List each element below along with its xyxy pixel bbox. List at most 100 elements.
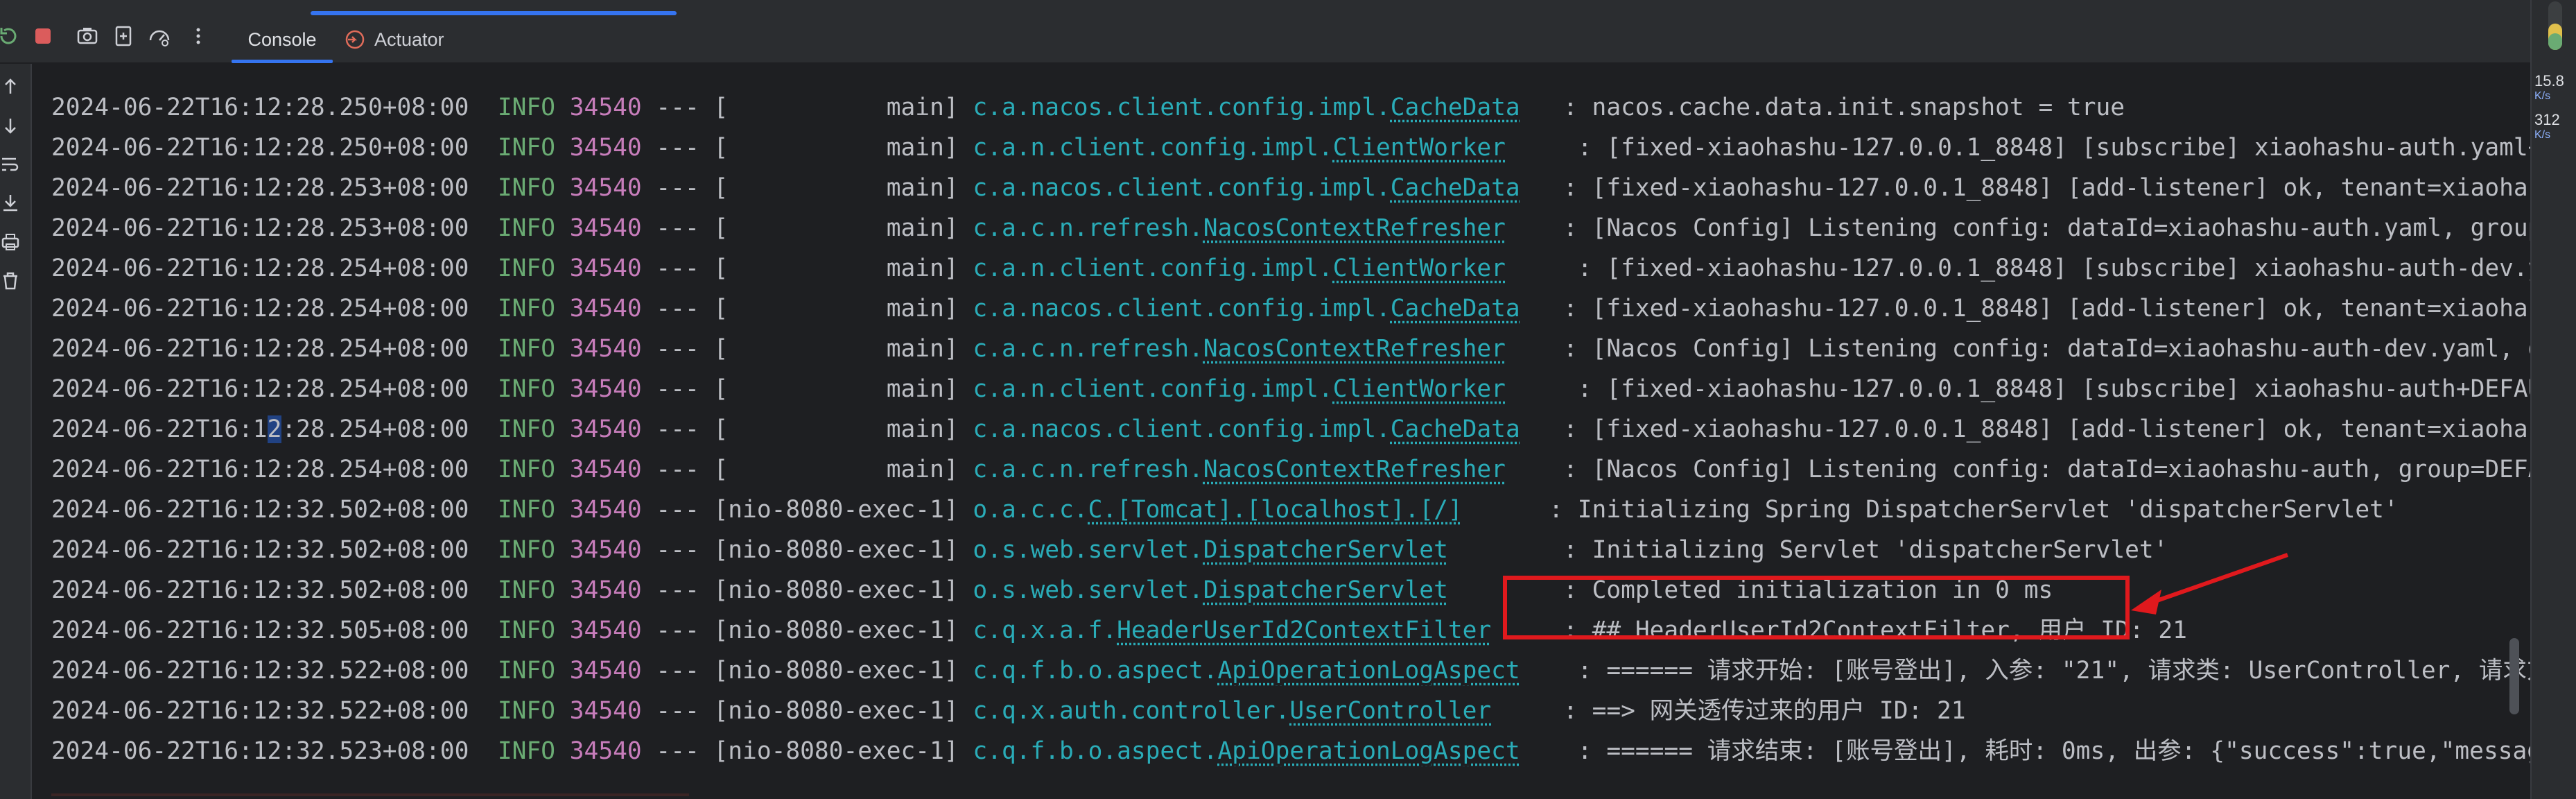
rerun-icon[interactable] [0, 24, 21, 49]
log-logger-package: c.q.x.a.f. [973, 617, 1117, 644]
log-pid: 34540 [569, 496, 642, 524]
log-logger-package: c.a.n.client.config.impl. [973, 375, 1333, 403]
log-logger-package: c.q.x.auth.controller. [973, 697, 1290, 725]
log-logger-class[interactable]: CacheData [1391, 94, 1520, 121]
restore-icon[interactable] [111, 24, 136, 49]
log-line: 2024-06-22T16:12:28.250+08:00 INFO 34540… [51, 87, 2125, 128]
log-pid: 34540 [569, 214, 642, 242]
tab-actuator[interactable]: Actuator [344, 15, 444, 64]
log-timestamp: 2024-06-22T16:12:32.505+08:00 [51, 617, 469, 644]
log-logger-class[interactable]: DispatcherServlet [1203, 576, 1448, 604]
log-separator: --- [656, 697, 699, 725]
log-logger-class[interactable]: UserController [1289, 697, 1491, 725]
trash-icon[interactable] [0, 270, 21, 291]
log-thread: [ main] [713, 335, 959, 363]
log-logger-class[interactable]: ClientWorker [1333, 375, 1506, 403]
log-timestamp: 2024-06-22T16:1 [51, 415, 268, 443]
log-thread: [ main] [713, 295, 959, 323]
scroll-to-end-icon[interactable] [0, 193, 21, 214]
console-side-toolbar [0, 64, 32, 799]
log-pid: 34540 [569, 255, 642, 282]
scroll-down-icon[interactable] [0, 115, 21, 136]
log-padding [1491, 697, 1563, 725]
log-thread: [ main] [713, 255, 959, 282]
log-logger-package: c.a.nacos.client.config.impl. [973, 415, 1391, 443]
log-logger-class[interactable]: ClientWorker [1333, 134, 1506, 162]
scroll-up-icon[interactable] [0, 76, 21, 97]
log-padding [1506, 375, 1578, 403]
console-divider [51, 793, 689, 796]
log-separator: --- [656, 536, 699, 564]
log-logger-class[interactable]: CacheData [1391, 295, 1520, 323]
log-line: 2024-06-22T16:12:28.254+08:00 INFO 34540… [51, 248, 2530, 289]
log-level: INFO [497, 214, 555, 242]
log-thread: [ main] [713, 174, 959, 202]
log-message: : ==> 网关透传过来的用户 ID: 21 [1563, 697, 1966, 725]
log-level: INFO [497, 335, 555, 363]
log-level: INFO [497, 617, 555, 644]
log-pid: 34540 [569, 737, 642, 765]
log-line: 2024-06-22T16:12:28.254+08:00 INFO 34540… [51, 289, 2530, 329]
log-logger-class[interactable]: CacheData [1391, 174, 1520, 202]
log-logger-class[interactable]: NacosContextRefresher [1203, 214, 1506, 242]
more-icon[interactable] [186, 24, 211, 49]
log-pid: 34540 [569, 335, 642, 363]
log-message: : Initializing Spring DispatcherServlet … [1549, 496, 2399, 524]
log-timestamp: 2024-06-22T16:12:32.502+08:00 [51, 576, 469, 604]
log-line: 2024-06-22T16:12:28.254+08:00 INFO 34540… [51, 449, 2530, 490]
log-logger-package: o.s.web.servlet. [973, 536, 1203, 564]
log-logger-class[interactable]: DispatcherServlet [1203, 536, 1448, 564]
log-timestamp: 2024-06-22T16:12:32.502+08:00 [51, 496, 469, 524]
log-pid: 34540 [569, 697, 642, 725]
log-timestamp: 2024-06-22T16:12:28.250+08:00 [51, 134, 469, 162]
log-message: : [fixed-xiaohashu-127.0.0.1_8848] [subs… [1577, 375, 2530, 403]
log-pid: 34540 [569, 375, 642, 403]
log-logger-class[interactable]: NacosContextRefresher [1203, 335, 1506, 363]
soft-wrap-icon[interactable] [0, 154, 21, 175]
log-logger-class[interactable]: HeaderUserId2ContextFilter [1117, 617, 1491, 644]
console-output[interactable]: 2024-06-22T16:12:28.250+08:00 INFO 34540… [32, 64, 2530, 799]
camera-icon[interactable] [75, 24, 100, 49]
log-level: INFO [497, 174, 555, 202]
log-thread: [nio-8080-exec-1] [713, 576, 959, 604]
log-logger-class[interactable]: CacheData [1391, 415, 1520, 443]
log-logger-package: c.a.nacos.client.config.impl. [973, 295, 1391, 323]
log-padding [1506, 335, 1563, 363]
log-logger-class[interactable]: NacosContextRefresher [1203, 456, 1506, 483]
scrollbar-thumb[interactable] [2509, 638, 2519, 714]
log-logger-class[interactable]: ClientWorker [1333, 255, 1506, 282]
log-line: 2024-06-22T16:12:32.523+08:00 INFO 34540… [51, 731, 2530, 771]
log-separator: --- [656, 255, 699, 282]
stop-icon[interactable] [31, 24, 55, 49]
log-timestamp: 2024-06-22T16:12:32.523+08:00 [51, 737, 469, 765]
log-thread: [ main] [713, 214, 959, 242]
log-padding [1448, 536, 1563, 564]
log-logger-class[interactable]: ApiOperationLogAspect [1218, 737, 1520, 765]
log-line: 2024-06-22T16:12:28.253+08:00 INFO 34540… [51, 208, 2530, 248]
log-pid: 34540 [569, 576, 642, 604]
log-logger-package: c.a.c.n.refresh. [973, 456, 1203, 483]
tab-actuator-label: Actuator [374, 29, 444, 50]
log-logger-package: c.a.c.n.refresh. [973, 335, 1203, 363]
log-separator: --- [656, 576, 699, 604]
log-timestamp: 2024-06-22T16:12:28.254+08:00 [51, 456, 469, 483]
log-level: INFO [497, 536, 555, 564]
log-level: INFO [497, 295, 555, 323]
log-level: INFO [497, 456, 555, 483]
log-thread: [nio-8080-exec-1] [713, 536, 959, 564]
memory-indicator-icon [2548, 1, 2562, 50]
log-message: : [fixed-xiaohashu-127.0.0.1_8848] [add-… [1563, 295, 2530, 323]
log-line: 2024-06-22T16:12:32.502+08:00 INFO 34540… [51, 490, 2399, 530]
log-logger-class[interactable]: ApiOperationLogAspect [1218, 657, 1520, 685]
gauge-icon[interactable] [147, 24, 172, 49]
log-line: 2024-06-22T16:12:32.522+08:00 INFO 34540… [51, 651, 2530, 691]
log-pid: 34540 [569, 536, 642, 564]
log-message: : [Nacos Config] Listening config: dataI… [1563, 214, 2530, 242]
tab-console[interactable]: Console [232, 15, 333, 64]
log-logger-package: o.s.web.servlet. [973, 576, 1203, 604]
log-padding [1506, 255, 1578, 282]
log-message: : [fixed-xiaohashu-127.0.0.1_8848] [subs… [1577, 134, 2530, 162]
log-logger-class[interactable]: C.[Tomcat].[localhost].[/] [1088, 496, 1463, 524]
print-icon[interactable] [0, 232, 21, 252]
log-separator: --- [656, 134, 699, 162]
